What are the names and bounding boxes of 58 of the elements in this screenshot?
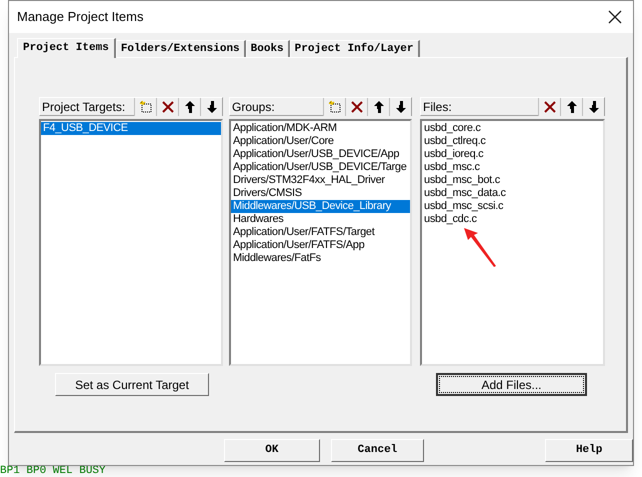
list-item[interactable]: usbd_cdc.c [422, 213, 603, 226]
list-item[interactable]: usbd_msc_scsi.c [422, 200, 603, 213]
down-arrow-icon [586, 100, 600, 114]
dialog-button[interactable]: Cancel [330, 439, 424, 462]
list-item[interactable]: Application/User/Core [231, 135, 410, 148]
toolbar-button[interactable] [178, 98, 200, 116]
toolbar-button[interactable] [323, 98, 345, 116]
toolbar-button[interactable] [134, 98, 156, 116]
code-text: BP1 BP0 WEL BUSY [0, 465, 106, 477]
list-item[interactable]: usbd_core.c [422, 122, 603, 135]
list-item[interactable]: usbd_ctlreq.c [422, 135, 603, 148]
list-item[interactable]: F4_USB_DEVICE [41, 122, 221, 135]
list-item[interactable]: usbd_ioreq.c [422, 148, 603, 161]
close-icon [608, 10, 622, 24]
list-item[interactable]: Middlewares/USB_Device_Library [231, 200, 410, 213]
toolbar-button[interactable] [156, 98, 178, 116]
toolbar-button[interactable] [560, 98, 582, 116]
window-title: Manage Project Items [17, 8, 144, 26]
list-item[interactable]: Application/User/USB_DEVICE/Targe [231, 161, 410, 174]
new-item-icon [138, 100, 152, 114]
arrow-annotation [462, 226, 498, 268]
list-item[interactable]: Application/MDK-ARM [231, 122, 410, 135]
dialog-button[interactable]: OK [224, 439, 320, 462]
list-item[interactable]: Application/User/FATFS/App [231, 239, 410, 252]
panel-label: Files: [422, 98, 453, 116]
delete-icon [160, 100, 174, 114]
tab[interactable]: Folders/Extensions [116, 40, 246, 57]
toolbar-button[interactable] [345, 98, 367, 116]
list-item[interactable]: usbd_msc.c [422, 161, 603, 174]
list-item[interactable]: Drivers/CMSIS [231, 187, 410, 200]
toolbar-button[interactable] [538, 98, 560, 116]
up-arrow-icon [182, 100, 196, 114]
panel-button[interactable]: Add Files... [436, 373, 587, 396]
toolbar-button[interactable] [200, 98, 222, 116]
list-item[interactable]: Drivers/STM32F4xx_HAL_Driver [231, 174, 410, 187]
up-arrow-icon [372, 100, 386, 114]
tab[interactable]: Project Items [17, 38, 116, 58]
down-arrow-icon [394, 100, 408, 114]
new-item-icon [328, 100, 342, 114]
up-arrow-icon [564, 100, 578, 114]
list-item[interactable]: Application/User/FATFS/Target [231, 226, 410, 239]
list-item[interactable]: Hardwares [231, 213, 410, 226]
tab[interactable]: Books [246, 40, 290, 57]
panel-button[interactable]: Set as Current Target [55, 373, 209, 396]
down-arrow-icon [204, 100, 218, 114]
list-item[interactable]: Application/User/USB_DEVICE/App [231, 148, 410, 161]
dialog-button[interactable]: Help [545, 439, 633, 462]
list-item[interactable]: usbd_msc_data.c [422, 187, 603, 200]
tab[interactable]: Project Info/Layer [290, 40, 420, 57]
panel-label: Groups: [231, 98, 276, 116]
toolbar-button[interactable] [367, 98, 389, 116]
toolbar-button[interactable] [582, 98, 604, 116]
list-item[interactable]: Middlewares/FatFs [231, 252, 410, 265]
delete-icon [542, 100, 556, 114]
delete-icon [350, 100, 364, 114]
panel-label: Project Targets: [41, 98, 126, 116]
list-item[interactable]: usbd_msc_bot.c [422, 174, 603, 187]
toolbar-button[interactable] [389, 98, 411, 116]
